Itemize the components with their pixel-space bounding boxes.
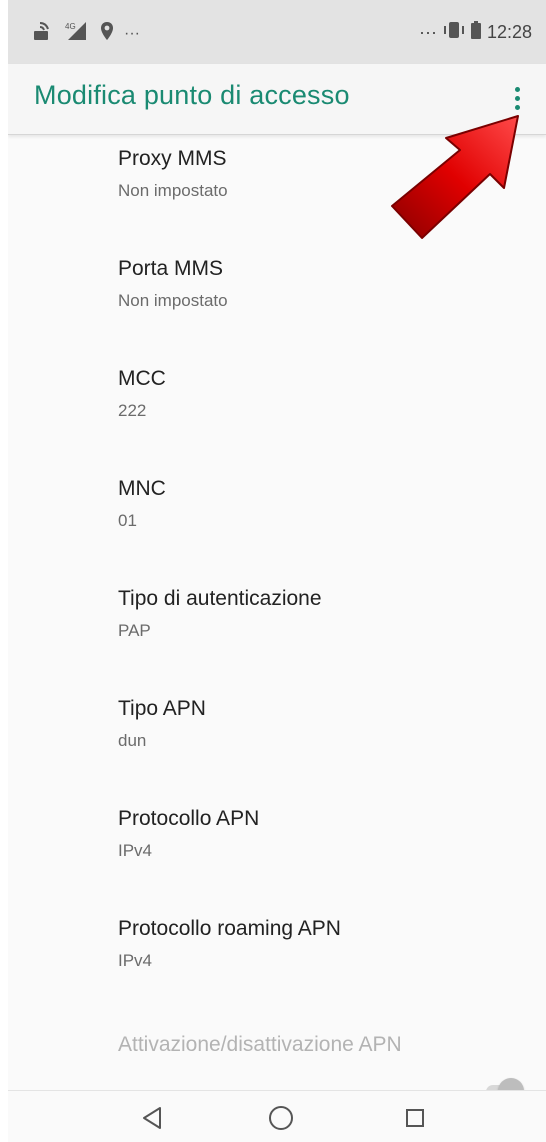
setting-value: 222: [118, 401, 147, 420]
setting-title: Protocollo roaming APN: [118, 917, 341, 940]
page-title: Modifica punto di accesso: [34, 80, 350, 110]
battery-icon: [470, 21, 481, 44]
red-arrow-icon: [386, 110, 536, 250]
setting-title: Attivazione/disattivazione APN: [118, 1033, 402, 1056]
setting-mnc[interactable]: MNC 01: [8, 465, 546, 575]
setting-title: MNC: [118, 477, 166, 500]
setting-value: dun: [118, 731, 147, 750]
recents-button[interactable]: [400, 1103, 430, 1133]
screen: 4G ··· ··· 12:28 Modifica punto di acces…: [8, 0, 546, 1142]
location-icon: [100, 21, 114, 46]
setting-title: Protocollo APN: [118, 807, 260, 830]
setting-title: MCC: [118, 367, 166, 390]
setting-value: Non impostato: [118, 181, 228, 200]
system-nav-bar: [8, 1090, 546, 1142]
setting-value: IPv4: [118, 841, 153, 860]
setting-value: IPv4: [118, 951, 153, 970]
back-icon: [138, 1107, 168, 1137]
status-bar: 4G ··· ··· 12:28: [8, 0, 546, 64]
status-left: 4G ···: [32, 20, 140, 47]
home-button[interactable]: [266, 1103, 296, 1133]
status-right-overflow: ···: [418, 22, 437, 42]
setting-value: PAP: [118, 621, 151, 640]
setting-protocollo-roaming-apn[interactable]: Protocollo roaming APN IPv4: [8, 905, 546, 1015]
setting-mcc[interactable]: MCC 222: [8, 355, 546, 465]
setting-title: Proxy MMS: [118, 147, 227, 170]
volte-icon: [32, 20, 54, 47]
home-icon: [266, 1106, 296, 1137]
back-button[interactable]: [138, 1103, 168, 1133]
setting-protocollo-apn[interactable]: Protocollo APN IPv4: [8, 795, 546, 905]
vibrate-icon: [443, 20, 465, 45]
setting-title: Tipo APN: [118, 697, 206, 720]
status-right: ··· 12:28: [419, 20, 532, 45]
svg-text:4G: 4G: [65, 22, 76, 31]
setting-title: Porta MMS: [118, 257, 224, 280]
status-left-overflow: ···: [124, 24, 140, 42]
setting-porta-mms[interactable]: Porta MMS Non impostato: [8, 245, 546, 355]
setting-tipo-apn[interactable]: Tipo APN dun: [8, 685, 546, 795]
setting-title: Tipo di autenticazione: [118, 587, 322, 610]
recents-icon: [400, 1109, 430, 1137]
setting-value: 01: [118, 511, 137, 530]
setting-tipo-autenticazione[interactable]: Tipo di autenticazione PAP: [8, 575, 546, 685]
clock: 12:28: [486, 22, 532, 42]
4g-signal-icon: 4G: [64, 20, 90, 47]
setting-value: Non impostato: [118, 291, 228, 310]
